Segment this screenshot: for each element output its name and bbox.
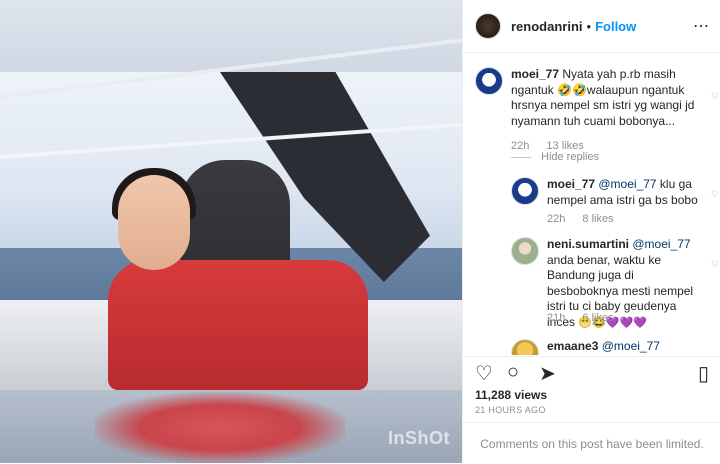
more-icon[interactable]: ⋯ xyxy=(693,16,709,36)
reply-likes[interactable]: 8 likes xyxy=(582,213,613,225)
red-dress-figure xyxy=(108,260,368,390)
reply-meta: 21h 6 likes xyxy=(547,311,628,327)
reply-username[interactable]: neni.sumartini xyxy=(547,237,629,251)
avatar[interactable] xyxy=(475,13,501,39)
post-actions: ♡ ○ ➤ ▯ 11,288 views 21 HOURS AGO xyxy=(463,356,720,415)
heart-icon[interactable]: ♡ xyxy=(711,187,719,203)
reply-username[interactable]: emaane3 xyxy=(547,339,598,353)
view-count[interactable]: 11,288 views xyxy=(463,388,720,402)
comment-icon[interactable]: ○ xyxy=(507,361,519,384)
instagram-post: InShOt renodanrini • Follow ⋯ moei_77 Ny… xyxy=(0,0,720,463)
post-video[interactable]: InShOt xyxy=(0,0,462,463)
reply: moei_77 @moei_77 klu ga nempel ama istri… xyxy=(511,177,720,227)
username[interactable]: renodanrini xyxy=(511,19,583,34)
avatar[interactable] xyxy=(511,177,539,205)
comment-text: moei_77 Nyata yah p.rb masih ngantuk 🤣🤣w… xyxy=(511,67,706,129)
avatar[interactable] xyxy=(475,67,503,95)
inshot-watermark: InShOt xyxy=(388,428,450,448)
comments-limited-notice: Comments on this post have been limited. xyxy=(463,422,720,464)
hide-replies-button[interactable]: Hide replies xyxy=(511,151,599,163)
bookmark-icon[interactable]: ▯ xyxy=(698,361,709,386)
post-header: renodanrini • Follow ⋯ xyxy=(463,0,720,53)
heart-icon[interactable]: ♡ xyxy=(475,361,493,386)
post-timestamp: 21 HOURS AGO xyxy=(475,405,546,415)
reply-meta: 22h 8 likes xyxy=(547,212,628,228)
reply: emaane3 @moei_77 romantis xyxy=(511,339,720,355)
share-icon[interactable]: ➤ xyxy=(539,361,556,386)
comment-username[interactable]: moei_77 xyxy=(511,67,559,81)
video-blur-red xyxy=(95,392,345,463)
follow-button[interactable]: Follow xyxy=(595,19,636,34)
post-sidebar: renodanrini • Follow ⋯ moei_77 Nyata yah… xyxy=(462,0,720,463)
avatar[interactable] xyxy=(511,237,539,265)
separator-dot: • xyxy=(586,18,592,34)
heart-icon[interactable]: ♡ xyxy=(711,257,719,273)
reply-time: 22h xyxy=(547,213,566,225)
reply: neni.sumartini @moei_77 anda benar, wakt… xyxy=(511,237,720,329)
reply-body: romantis xyxy=(547,355,593,356)
reply-time: 21h xyxy=(547,312,566,324)
reply-text: moei_77 @moei_77 klu ga nempel ama istri… xyxy=(547,177,705,208)
reply-username[interactable]: moei_77 xyxy=(547,177,595,191)
action-icons: ♡ ○ ➤ ▯ xyxy=(463,357,720,387)
reply-mention[interactable]: @moei_77 xyxy=(602,339,660,353)
comments-list: moei_77 Nyata yah p.rb masih ngantuk 🤣🤣w… xyxy=(463,53,720,355)
avatar[interactable] xyxy=(511,339,539,355)
reply-text: emaane3 @moei_77 romantis xyxy=(547,339,705,355)
video-blur-top xyxy=(0,0,462,72)
heart-icon[interactable]: ♡ xyxy=(711,89,719,105)
reply-mention[interactable]: @moei_77 xyxy=(598,177,656,191)
woman-face xyxy=(118,175,190,270)
reply-likes[interactable]: 6 likes xyxy=(582,312,613,324)
comment: moei_77 Nyata yah p.rb masih ngantuk 🤣🤣w… xyxy=(475,67,720,157)
reply-mention[interactable]: @moei_77 xyxy=(632,237,690,251)
